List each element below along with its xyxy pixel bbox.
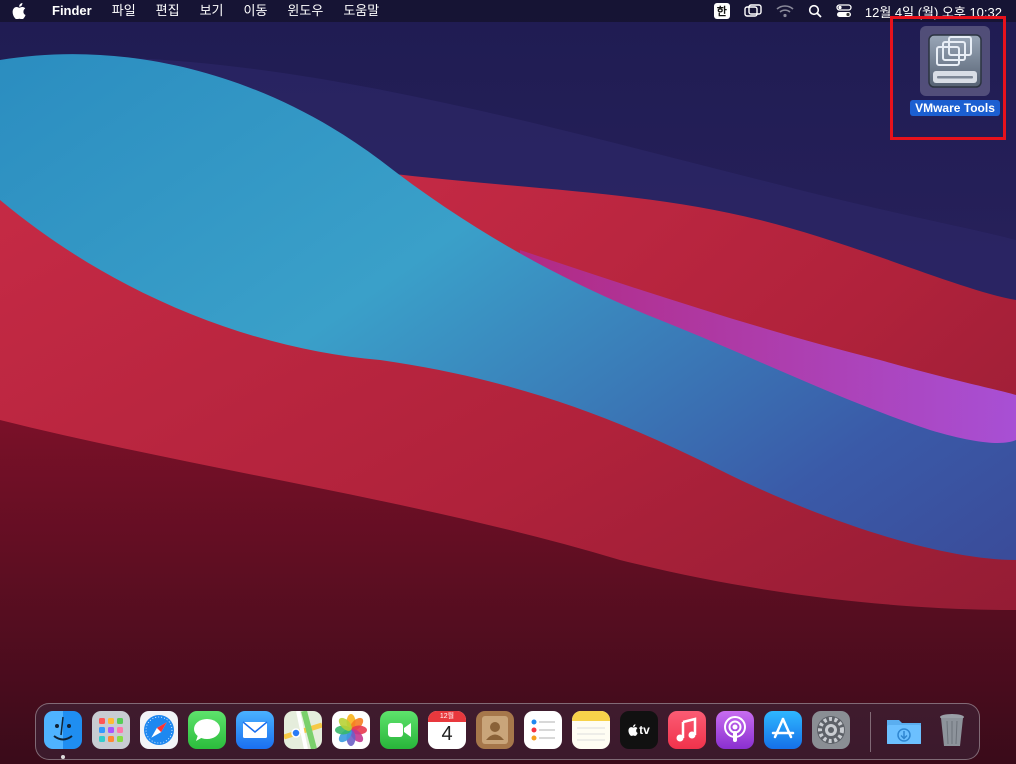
dock-system-preferences-icon[interactable] (812, 711, 850, 749)
dock-music-icon[interactable] (668, 711, 706, 749)
dock-podcasts-icon[interactable] (716, 711, 754, 749)
menu-bar: Finder 파일 편집 보기 이동 윈도우 도움말 한 12월 4일 (월) … (0, 0, 1016, 22)
control-center-icon[interactable] (836, 0, 852, 22)
search-icon[interactable] (808, 0, 822, 22)
dock-photos-icon[interactable] (332, 711, 370, 749)
dock-launchpad-icon[interactable] (92, 711, 130, 749)
finder-running-dot (61, 755, 65, 759)
ime-label: 한 (713, 3, 730, 19)
dock-notes-icon[interactable] (572, 711, 610, 749)
menu-file[interactable]: 파일 (102, 0, 146, 22)
dock-safari-icon[interactable] (140, 711, 178, 749)
calendar-month-label: 12월 (428, 711, 466, 722)
menu-app-name[interactable]: Finder (44, 0, 102, 22)
dock: 12월 4 tv (35, 703, 980, 760)
ime-icon[interactable]: 한 (713, 0, 730, 22)
dock-finder-icon[interactable] (44, 711, 82, 749)
dock-tv-icon[interactable]: tv (620, 711, 658, 749)
dock-messages-icon[interactable] (188, 711, 226, 749)
screen-mirror-icon[interactable] (744, 0, 762, 22)
menu-help[interactable]: 도움말 (333, 0, 389, 22)
highlight-box (890, 16, 1006, 140)
dock-calendar-icon[interactable]: 12월 4 (428, 711, 466, 749)
menu-edit[interactable]: 편집 (146, 0, 190, 22)
desktop-wallpaper (0, 0, 1016, 764)
menu-go[interactable]: 이동 (234, 0, 278, 22)
dock-trash-icon[interactable] (933, 711, 971, 749)
menu-view[interactable]: 보기 (190, 0, 234, 22)
apple-menu-icon[interactable] (12, 3, 34, 19)
dock-maps-icon[interactable] (284, 711, 322, 749)
dock-facetime-icon[interactable] (380, 711, 418, 749)
dock-mail-icon[interactable] (236, 711, 274, 749)
wifi-icon[interactable] (776, 0, 794, 22)
dock-app-store-icon[interactable] (764, 711, 802, 749)
menu-window[interactable]: 윈도우 (277, 0, 333, 22)
calendar-day-label: 4 (441, 723, 453, 745)
dock-contacts-icon[interactable] (476, 711, 514, 749)
dock-separator (870, 712, 871, 752)
dock-downloads-folder-icon[interactable] (885, 711, 923, 749)
tv-label: tv (639, 723, 650, 737)
dock-reminders-icon[interactable] (524, 711, 562, 749)
